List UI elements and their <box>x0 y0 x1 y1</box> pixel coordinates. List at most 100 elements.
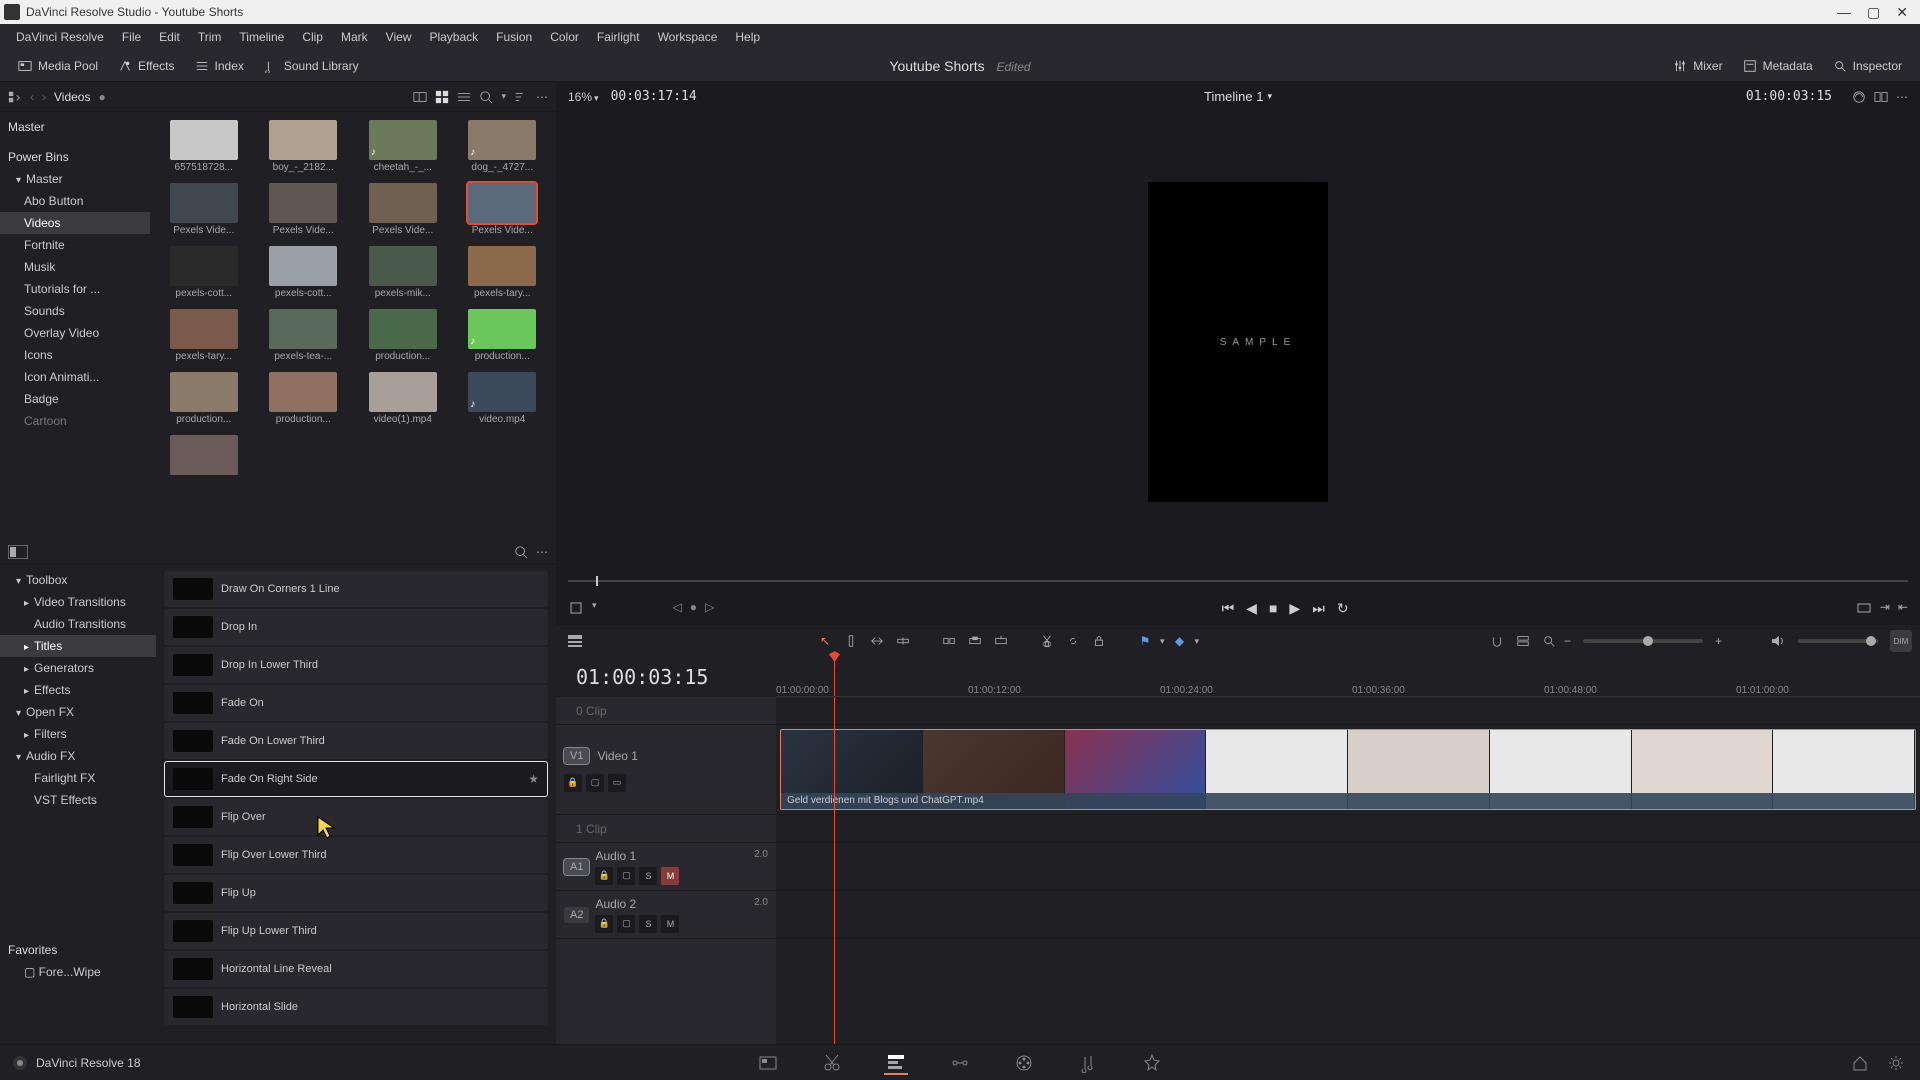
search-dropdown[interactable]: ▾ <box>501 91 506 102</box>
v1-lock[interactable]: 🔒 <box>564 774 582 792</box>
media-clip[interactable]: ♪dog_-_4727... <box>457 120 549 173</box>
effects-panel-icon[interactable] <box>8 545 28 559</box>
effect-item[interactable]: Draw On Corners 1 Line <box>164 571 548 607</box>
a2-autoselect[interactable]: ▢ <box>617 915 635 933</box>
menu-workspace[interactable]: Workspace <box>650 26 726 48</box>
linked-move-tool[interactable] <box>1512 630 1534 652</box>
edit-point-icon[interactable]: ● <box>690 600 697 616</box>
effect-item[interactable]: Horizontal Slide <box>164 989 548 1025</box>
play-button[interactable]: ▶ <box>1289 600 1300 617</box>
goto-in-icon[interactable]: ⇥ <box>1880 600 1890 616</box>
media-clip[interactable]: production... <box>158 372 250 425</box>
tree-cartoon[interactable]: Cartoon <box>0 410 150 432</box>
effect-item[interactable]: Flip Up <box>164 875 548 911</box>
replace-tool[interactable] <box>990 630 1012 652</box>
viewer-canvas[interactable]: SAMPLE <box>556 112 1920 572</box>
zoom-out[interactable]: − <box>1564 634 1571 648</box>
media-clip[interactable]: video(1).mp4 <box>357 372 449 425</box>
dim-button[interactable]: DIM <box>1890 630 1912 652</box>
page-color[interactable] <box>1012 1051 1036 1075</box>
effect-item[interactable]: Fade On Right Side★ <box>164 761 548 797</box>
tree-sounds[interactable]: Sounds <box>0 300 150 322</box>
view-thumb-icon[interactable] <box>435 90 449 104</box>
media-clip[interactable] <box>158 435 250 475</box>
sound-library-toggle[interactable]: Sound Library <box>254 55 369 77</box>
effect-item[interactable]: Drop In Lower Third <box>164 647 548 683</box>
media-clip[interactable]: ♪cheetah_-_... <box>357 120 449 173</box>
breadcrumb[interactable]: Videos <box>54 90 90 104</box>
cat-effects[interactable]: ▸Effects <box>0 679 156 701</box>
tree-videos[interactable]: Videos <box>0 212 150 234</box>
tree-musik[interactable]: Musik <box>0 256 150 278</box>
menu-edit[interactable]: Edit <box>151 26 188 48</box>
search-icon[interactable] <box>479 90 493 104</box>
media-clip[interactable]: ♪production... <box>457 309 549 362</box>
media-clip[interactable]: pexels-tary... <box>158 309 250 362</box>
prev-edit-icon[interactable]: ◁ <box>673 600 682 616</box>
page-fusion[interactable] <box>948 1051 972 1075</box>
tree-powerbins-header[interactable]: Power Bins <box>0 146 150 168</box>
effect-item[interactable]: Flip Over Lower Third <box>164 837 548 873</box>
playhead[interactable] <box>834 657 835 696</box>
blade-tool[interactable] <box>892 630 914 652</box>
tree-pb-master[interactable]: ▾Master <box>0 168 150 190</box>
insert-tool[interactable] <box>938 630 960 652</box>
tree-tutorials[interactable]: Tutorials for ... <box>0 278 150 300</box>
cat-generators[interactable]: ▸Generators <box>0 657 156 679</box>
close-button[interactable]: ✕ <box>1896 4 1908 21</box>
bin-dropdown-icon[interactable] <box>8 90 22 104</box>
fav-forewipe[interactable]: ▢ Fore...Wipe <box>0 961 156 983</box>
page-media[interactable] <box>756 1051 780 1075</box>
minimize-button[interactable]: — <box>1837 4 1851 21</box>
snap-tool[interactable] <box>1486 630 1508 652</box>
video-clip[interactable]: Geld verdienen mit Blogs und ChatGPT.mp4 <box>780 729 1916 810</box>
timeline-dropdown-icon[interactable]: ▾ <box>1267 91 1272 102</box>
maximize-button[interactable]: ▢ <box>1867 4 1880 21</box>
media-clip[interactable]: ♪video.mp4 <box>457 372 549 425</box>
volume-icon[interactable] <box>1770 633 1786 649</box>
marker-tool[interactable]: ◆ <box>1169 630 1191 652</box>
effect-item[interactable]: Fade On <box>164 685 548 721</box>
media-clip[interactable]: production... <box>258 372 350 425</box>
track-a1-header[interactable]: A1 Audio 12.0 🔒 ▢ S M <box>556 843 776 891</box>
effects-search-icon[interactable] <box>514 545 528 559</box>
nav-back[interactable]: ‹ <box>30 90 34 104</box>
menu-color[interactable]: Color <box>542 26 587 48</box>
home-button[interactable] <box>1848 1051 1872 1075</box>
dual-viewer-icon[interactable] <box>1874 90 1888 104</box>
track-a2-header[interactable]: A2 Audio 22.0 🔒 ▢ S M <box>556 891 776 939</box>
overwrite-tool[interactable] <box>964 630 986 652</box>
viewer-scrubber[interactable] <box>556 572 1920 592</box>
last-frame-button[interactable]: ⏭ <box>1312 600 1325 617</box>
menu-trim[interactable]: Trim <box>190 26 230 48</box>
audiofx-header[interactable]: ▾Audio FX <box>0 745 156 767</box>
media-clip[interactable]: Pexels Vide... <box>158 183 250 236</box>
favorites-header[interactable]: Favorites <box>0 939 156 961</box>
effect-item[interactable]: Flip Up Lower Third <box>164 913 548 949</box>
track-v1-header[interactable]: V1 Video 1 🔒 ▢ ▭ <box>556 725 776 815</box>
tree-master[interactable]: Master <box>0 116 150 138</box>
stop-button[interactable]: ■ <box>1269 600 1277 616</box>
bypass-icon[interactable] <box>1852 90 1866 104</box>
effects-toggle[interactable]: Effects <box>108 55 184 77</box>
nav-fwd[interactable]: › <box>42 90 46 104</box>
cat-audio-trans[interactable]: Audio Transitions <box>0 613 156 635</box>
effect-item[interactable]: Flip Over <box>164 799 548 835</box>
media-clip[interactable]: production... <box>357 309 449 362</box>
a2-solo[interactable]: S <box>639 915 657 933</box>
cat-filters[interactable]: ▸Filters <box>0 723 156 745</box>
zoom-to-fit[interactable] <box>1538 630 1560 652</box>
tree-overlay[interactable]: Overlay Video <box>0 322 150 344</box>
marker-dropdown[interactable]: ▾ <box>1195 636 1200 647</box>
transform-dropdown[interactable]: ▾ <box>592 600 597 616</box>
media-clip[interactable]: boy_-_2182... <box>258 120 350 173</box>
menu-view[interactable]: View <box>378 26 420 48</box>
menu-help[interactable]: Help <box>727 26 768 48</box>
cat-fairlight[interactable]: Fairlight FX <box>0 767 156 789</box>
next-edit-icon[interactable]: ▷ <box>705 600 714 616</box>
tree-icons[interactable]: Icons <box>0 344 150 366</box>
metadata-toggle[interactable]: Metadata <box>1733 55 1823 77</box>
timeline-ruler[interactable]: 01:00:00:0001:00:12:0001:00:24:0001:00:3… <box>776 657 1920 697</box>
media-clip[interactable]: pexels-tary... <box>457 246 549 299</box>
media-clip[interactable]: pexels-tea-... <box>258 309 350 362</box>
